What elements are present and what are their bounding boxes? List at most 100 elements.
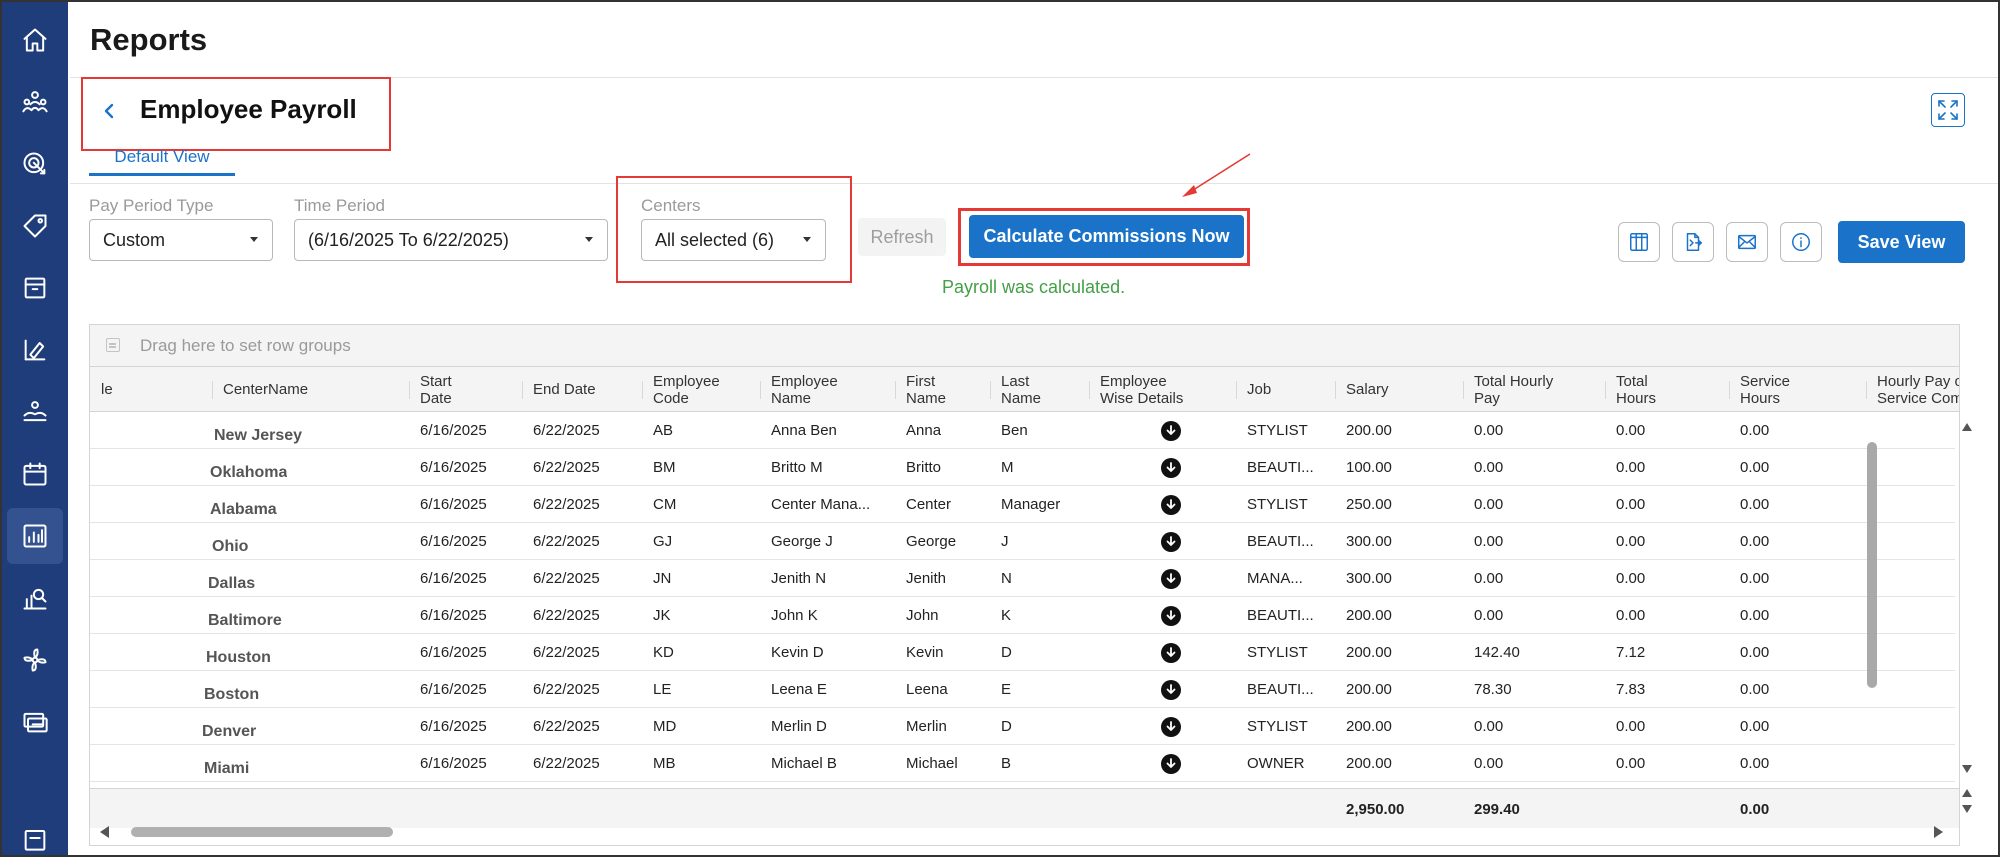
- nav-inventory[interactable]: [7, 260, 63, 316]
- column-header-service_hours[interactable]: Service Hours: [1740, 367, 1852, 412]
- fullscreen-button[interactable]: [1931, 93, 1965, 127]
- pay-period-type-select[interactable]: Custom: [89, 219, 273, 261]
- cell-end: 6/22/2025: [533, 755, 600, 772]
- centers-select[interactable]: All selected (6): [641, 219, 826, 261]
- employee-details-download-button[interactable]: [1161, 560, 1181, 597]
- scroll-left-icon[interactable]: [100, 826, 109, 838]
- column-separator[interactable]: [760, 381, 761, 399]
- column-separator[interactable]: [1605, 381, 1606, 399]
- save-view-button[interactable]: Save View: [1838, 221, 1965, 263]
- calculate-commissions-button[interactable]: Calculate Commissions Now: [969, 215, 1244, 258]
- nav-analytics[interactable]: [7, 570, 63, 626]
- cell-job: BEAUTI...: [1247, 533, 1314, 550]
- column-separator[interactable]: [1463, 381, 1464, 399]
- employee-details-download-button[interactable]: [1161, 671, 1181, 708]
- table-row[interactable]: Denver 6/16/2025 6/22/2025 MD Merlin D Merlin…: [90, 708, 1955, 745]
- horizontal-scrollbar-thumb[interactable]: [131, 827, 393, 837]
- email-button[interactable]: [1726, 222, 1768, 262]
- column-header-details[interactable]: Employee Wise Details: [1100, 367, 1212, 412]
- centers-label: Centers: [641, 196, 701, 215]
- table-row[interactable]: Ohio 6/16/2025 6/22/2025 GJ George J George J B…: [90, 523, 1955, 560]
- tab-default-view[interactable]: Default View: [89, 147, 235, 176]
- employee-details-download-button[interactable]: [1161, 597, 1181, 634]
- column-separator[interactable]: [642, 381, 643, 399]
- table-row[interactable]: Dallas 6/16/2025 6/22/2025 JN Jenith N Jenith…: [90, 560, 1955, 597]
- cell-name: George J: [771, 533, 833, 550]
- cell-first: John: [906, 607, 939, 624]
- table-row[interactable]: Miami 6/16/2025 6/22/2025 MB Michael B Michae…: [90, 745, 1955, 782]
- report-title: Employee Payroll: [140, 94, 357, 124]
- employee-details-download-button[interactable]: [1161, 412, 1181, 449]
- column-separator[interactable]: [1729, 381, 1730, 399]
- nav-appointments[interactable]: [7, 384, 63, 440]
- column-header-start[interactable]: Start Date: [420, 367, 532, 412]
- employee-details-download-button[interactable]: [1161, 708, 1181, 745]
- nav-calendar[interactable]: [7, 446, 63, 502]
- column-chooser-button[interactable]: [1618, 222, 1660, 262]
- column-header-hourly_or_comm[interactable]: Hourly Pay or Service Commis: [1877, 367, 1959, 412]
- table-row[interactable]: Baltimore 6/16/2025 6/22/2025 JK John K John K…: [90, 597, 1955, 634]
- employee-details-download-button[interactable]: [1161, 523, 1181, 560]
- time-period-select[interactable]: (6/16/2025 To 6/22/2025): [294, 219, 608, 261]
- column-separator[interactable]: [212, 381, 213, 399]
- vertical-scrollbar-thumb[interactable]: [1867, 442, 1877, 688]
- scroll-up-icon[interactable]: [1962, 423, 1972, 431]
- nav-payments[interactable]: [7, 694, 63, 750]
- nav-services[interactable]: [7, 322, 63, 378]
- column-separator[interactable]: [409, 381, 410, 399]
- column-header-total_hours[interactable]: Total Hours: [1616, 367, 1728, 412]
- column-header-code[interactable]: Employee Code: [653, 367, 765, 412]
- row-group-drop-zone[interactable]: Drag here to set row groups: [90, 325, 1959, 367]
- cell-hourly-pay: 0.00: [1474, 755, 1504, 772]
- cell-end: 6/22/2025: [533, 607, 600, 624]
- column-separator[interactable]: [1866, 381, 1867, 399]
- time-period-value: (6/16/2025 To 6/22/2025): [308, 229, 509, 250]
- column-separator[interactable]: [1335, 381, 1336, 399]
- column-header-job[interactable]: Job: [1247, 367, 1359, 412]
- download-icon: [1161, 568, 1181, 589]
- employee-details-download-button[interactable]: [1161, 745, 1181, 782]
- footer-scroll-down-icon[interactable]: [1962, 805, 1972, 813]
- nav-reports[interactable]: [7, 508, 63, 564]
- column-header-hourly_pay[interactable]: Total Hourly Pay: [1474, 367, 1586, 412]
- nav-home[interactable]: [7, 12, 63, 68]
- table-row[interactable]: Boston 6/16/2025 6/22/2025 LE Leena E Leena E B…: [90, 671, 1955, 708]
- table-row[interactable]: Houston 6/16/2025 6/22/2025 KD Kevin D Kevin D…: [90, 634, 1955, 671]
- column-header-cut[interactable]: le: [101, 367, 213, 412]
- nav-more[interactable]: [7, 810, 63, 857]
- cell-service-hours: 0.00: [1740, 570, 1770, 587]
- table-row[interactable]: Oklahoma 6/16/2025 6/22/2025 BM Britto M Brit…: [90, 449, 1955, 486]
- calendar-icon: [23, 462, 47, 486]
- cell-salary: 200.00: [1346, 644, 1392, 661]
- table-row[interactable]: New Jersey 6/16/2025 6/22/2025 AB Anna Ben An…: [90, 412, 1955, 449]
- column-separator[interactable]: [895, 381, 896, 399]
- cell-end: 6/22/2025: [533, 644, 600, 661]
- back-button[interactable]: [98, 96, 120, 126]
- column-separator[interactable]: [990, 381, 991, 399]
- refresh-button[interactable]: Refresh: [858, 218, 946, 256]
- column-header-salary[interactable]: Salary: [1346, 367, 1458, 412]
- column-separator[interactable]: [522, 381, 523, 399]
- table-row[interactable]: Alabama 6/16/2025 6/22/2025 CM Center Mana..…: [90, 486, 1955, 523]
- scroll-right-icon[interactable]: [1934, 826, 1943, 838]
- cell-job: STYLIST: [1247, 422, 1308, 439]
- employee-details-download-button[interactable]: [1161, 486, 1181, 523]
- export-button[interactable]: [1672, 222, 1714, 262]
- nav-team[interactable]: [7, 74, 63, 130]
- column-header-last[interactable]: Last Name: [1001, 367, 1113, 412]
- column-header-end[interactable]: End Date: [533, 367, 645, 412]
- nav-tags[interactable]: [7, 198, 63, 254]
- column-separator[interactable]: [1089, 381, 1090, 399]
- column-header-name[interactable]: Employee Name: [771, 367, 883, 412]
- info-button[interactable]: [1780, 222, 1822, 262]
- cell-total-hours: 0.00: [1616, 570, 1646, 587]
- employee-details-download-button[interactable]: [1161, 634, 1181, 671]
- employee-details-download-button[interactable]: [1161, 449, 1181, 486]
- cell-start: 6/16/2025: [420, 644, 487, 661]
- nav-marketing[interactable]: [7, 136, 63, 192]
- nav-spa[interactable]: [7, 632, 63, 688]
- scroll-down-icon[interactable]: [1962, 765, 1972, 773]
- footer-scroll-up-icon[interactable]: [1962, 789, 1972, 797]
- column-header-center[interactable]: CenterName: [223, 367, 335, 412]
- column-separator[interactable]: [1236, 381, 1237, 399]
